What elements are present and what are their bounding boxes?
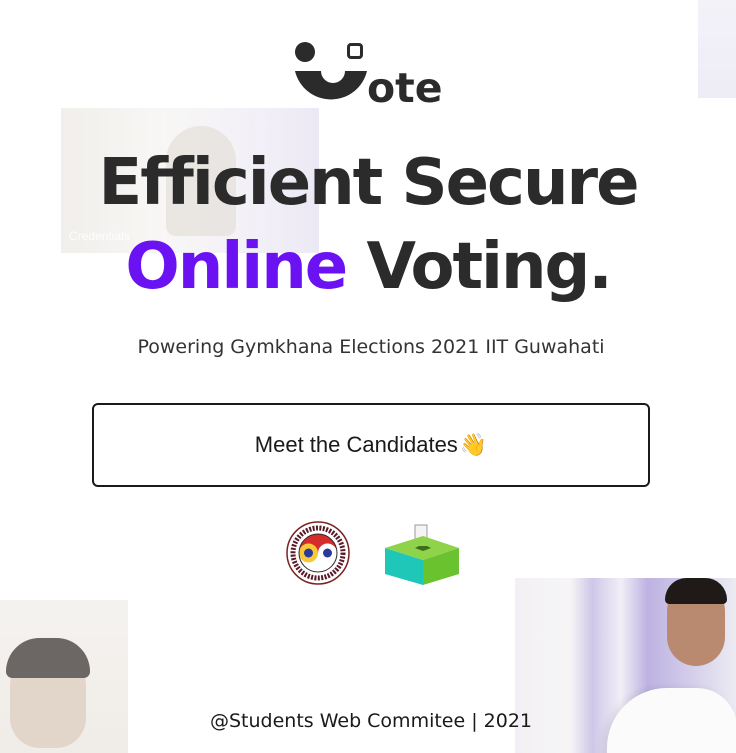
logo-wordmark: ote [367,64,443,112]
hero-headline: Efficient Secure Online Voting. [0,141,736,309]
hero-subtitle: Powering Gymkhana Elections 2021 IIT Guw… [137,336,605,358]
footer-credit: @Students Web Commitee | 2021 [209,710,533,732]
logo-eye-square [347,43,363,59]
person-hair [665,578,727,604]
iit-guwahati-emblem-icon [286,521,350,585]
person-hair [6,638,90,678]
waving-hand-icon: 👋 [459,432,488,457]
video-thumbnail-top-right [698,0,736,98]
meet-candidates-label: Meet the Candidates [254,432,458,457]
headline-accent-word: Online [125,230,348,304]
vote-logo: ote [293,42,453,112]
headline-line-1: Efficient Secure [98,146,639,220]
ballot-box-icon [385,524,459,585]
headline-line-2: Online Voting. [0,225,736,309]
meet-candidates-button[interactable]: Meet the Candidates 👋 [92,403,650,487]
headline-line-2-rest: Voting. [346,230,612,304]
